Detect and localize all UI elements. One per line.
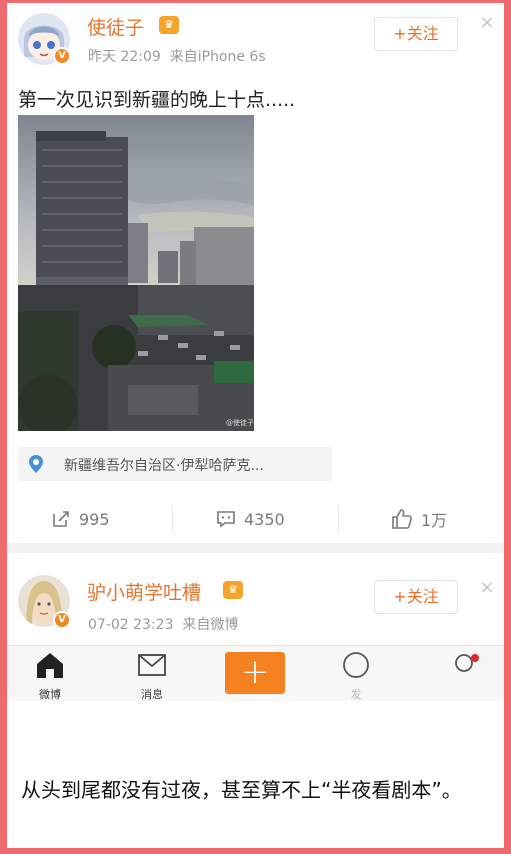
comment-icon [217, 511, 235, 528]
thumbs-up-icon [392, 509, 412, 529]
post-separator [7, 543, 504, 553]
photo-watermark: @使徒子 [226, 418, 254, 427]
divider [172, 505, 173, 533]
close-icon[interactable]: × [478, 579, 496, 597]
home-icon [37, 653, 63, 678]
post-text: 第一次见识到新疆的晚上十点..... [18, 89, 296, 111]
compose-button[interactable]: + [225, 652, 285, 694]
post-meta: 昨天 22:09 来自iPhone 6s [88, 46, 266, 66]
comment-button[interactable]: 4350 [216, 495, 285, 543]
tab-home-label: 微博 [39, 688, 61, 701]
post-time: 07-02 23:23 [88, 617, 174, 633]
discover-icon [343, 652, 369, 678]
post-source: 来自微博 [182, 617, 239, 633]
post-time: 昨天 22:09 [88, 49, 161, 65]
follow-button[interactable]: +关注 [374, 580, 458, 614]
post-actions: 995 4350 1万 [7, 495, 504, 543]
location-tag[interactable]: 新疆维吾尔自治区·伊犁哈萨克... [18, 447, 332, 481]
article-body: 从头到尾都没有过夜，甚至算不上“半夜看剧本”。 [7, 701, 504, 848]
verified-badge-icon: V [53, 47, 71, 65]
tab-discover[interactable]: 发 [316, 650, 396, 701]
like-button[interactable]: 1万 [391, 495, 447, 543]
repost-button[interactable]: 995 [51, 495, 110, 543]
member-crown-icon: ♛ [223, 581, 243, 599]
article-caption: 从头到尾都没有过夜，甚至算不上“半夜看剧本”。 [21, 778, 462, 802]
screenshot-frame: V 使徒子 ♛ 昨天 22:09 来自iPhone 6s +关注 × 第一次见识… [7, 3, 504, 848]
tab-messages[interactable]: 消息 [112, 650, 192, 701]
comment-count: 4350 [244, 509, 285, 529]
repost-icon [53, 511, 69, 527]
member-crown-icon: ♛ [159, 16, 179, 34]
follow-button[interactable]: +关注 [374, 17, 458, 51]
repost-count: 995 [79, 509, 110, 529]
tab-home[interactable]: 微博 [10, 650, 90, 701]
like-count: 1万 [421, 511, 448, 530]
location-pin-icon [29, 455, 43, 473]
verified-badge-icon: V [53, 611, 71, 629]
tab-messages-label: 消息 [141, 688, 163, 701]
divider [338, 505, 339, 533]
post-meta: 07-02 23:23 来自微博 [88, 614, 238, 634]
profile-icon [455, 654, 479, 672]
close-icon[interactable]: × [478, 14, 496, 32]
post-photo[interactable]: @使徒子 [18, 115, 254, 431]
post-username[interactable]: 使徒子 [87, 13, 144, 40]
feed-post: V 使徒子 ♛ 昨天 22:09 来自iPhone 6s +关注 × 第一次见识… [7, 3, 504, 543]
location-text: 新疆维吾尔自治区·伊犁哈萨克... [64, 458, 264, 474]
tab-profile[interactable] [427, 650, 504, 700]
tab-discover-label: 发 [350, 688, 362, 701]
plus-icon: + [240, 652, 270, 692]
mail-icon [138, 654, 166, 676]
feed-post: V 驴小萌学吐槽 ♛ 07-02 23:23 来自微博 +关注 × [7, 553, 504, 645]
bottom-tab-bar: 微博 消息 + 发 [7, 645, 504, 701]
post-username[interactable]: 驴小萌学吐槽 [87, 578, 201, 605]
post-source: 来自iPhone 6s [169, 49, 266, 65]
